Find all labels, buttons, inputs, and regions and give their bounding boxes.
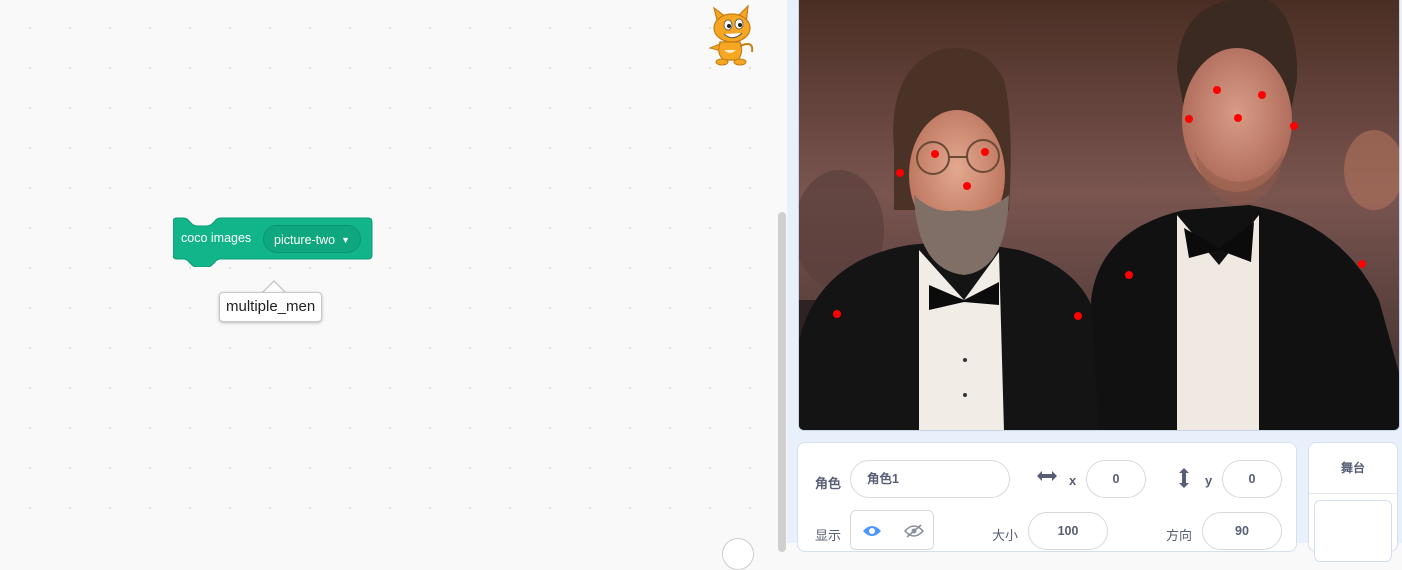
- stage-selector-panel[interactable]: 舞台: [1308, 442, 1398, 562]
- two-men-photo: [799, 0, 1399, 430]
- y-label: y: [1205, 473, 1213, 488]
- chevron-down-icon: ▼: [341, 235, 351, 245]
- x-input[interactable]: 0: [1086, 460, 1146, 498]
- coco-images-block[interactable]: coco images picture-two ▼: [173, 217, 373, 267]
- direction-label: 方向: [1166, 528, 1193, 543]
- vertical-arrows-icon: [1177, 467, 1191, 492]
- x-label: x: [1069, 473, 1077, 488]
- block-label: coco images: [181, 231, 252, 245]
- sprite-label: 角色: [815, 476, 842, 491]
- eye-icon: [862, 524, 882, 543]
- result-tooltip: multiple_men: [219, 292, 323, 322]
- y-input[interactable]: 0: [1222, 460, 1282, 498]
- size-label: 大小: [992, 528, 1019, 543]
- direction-input[interactable]: 90: [1202, 512, 1282, 550]
- sprite-name-field[interactable]: 角色1: [850, 460, 1010, 498]
- visibility-toggle: [850, 510, 934, 550]
- scratch-cat-icon: [702, 4, 758, 66]
- workspace-scrollbar-thumb[interactable]: [778, 212, 786, 552]
- eye-slash-icon: [903, 524, 925, 543]
- stage-canvas[interactable]: [798, 0, 1400, 431]
- dropdown-value: picture-two: [274, 233, 336, 247]
- show-label: 显示: [815, 528, 842, 543]
- image-dropdown[interactable]: picture-two ▼: [263, 225, 362, 253]
- show-sprite-button[interactable]: [851, 511, 894, 549]
- stage-panel-title: 舞台: [1309, 443, 1397, 494]
- horizontal-arrows-icon: [1036, 469, 1058, 486]
- size-input[interactable]: 100: [1028, 512, 1108, 550]
- stage-thumbnail[interactable]: [1314, 500, 1392, 562]
- hide-sprite-button[interactable]: [893, 511, 933, 549]
- code-workspace[interactable]: [0, 0, 787, 543]
